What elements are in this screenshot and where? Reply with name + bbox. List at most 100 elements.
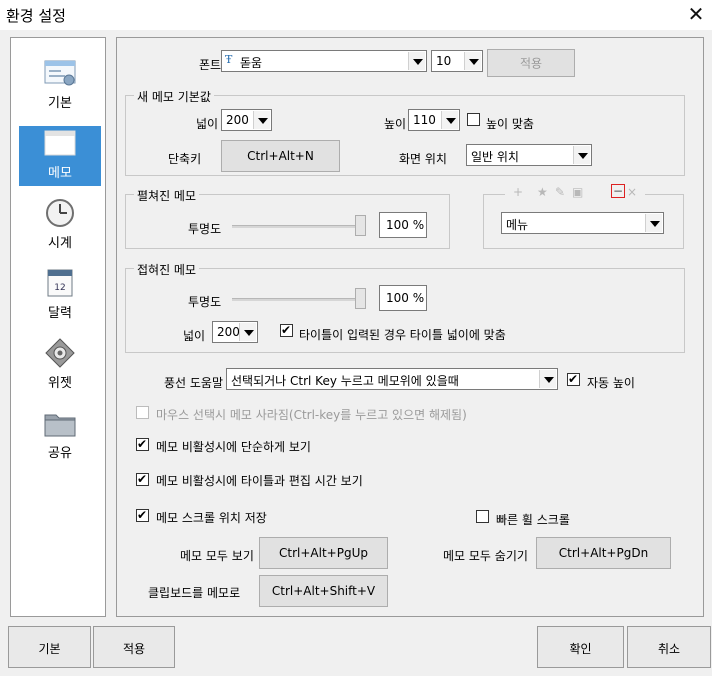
sidebar-item-label: 공유 [48,446,72,461]
sidebar-item-label: 메모 [48,166,72,181]
sidebar-item-clock[interactable]: 시계 [19,196,101,256]
star-icon: ★ [537,185,548,199]
close-icon[interactable]: ✕ [684,2,708,26]
new-memo-shortcut-button[interactable]: Ctrl+Alt+N [221,140,340,172]
sidebar-item-label: 위젯 [48,376,72,391]
inactive-title-label: 메모 비활성시에 타이틀과 편집 시간 보기 [156,474,363,488]
balloon-help-label: 풍선 도움말 [164,376,224,390]
balloon-help-select[interactable]: 선택되거나 Ctrl Key 누르고 메모위에 있을때 [226,368,558,390]
collapsed-opacity-value: 100 % [379,285,427,311]
group-label: 펼쳐진 메모 [134,187,200,204]
collapsed-opacity-slider[interactable] [232,298,366,301]
sidebar-item-label: 시계 [48,236,72,251]
width-label: 넓이 [183,329,206,343]
sidebar-item-share[interactable]: 공유 [19,406,101,466]
menu-select-value: 메뉴 [506,218,529,232]
width-label: 넓이 [196,117,219,131]
height-label: 높이 [384,117,407,131]
fit-title-width-checkbox[interactable] [280,322,293,338]
font-label: 폰트 [199,58,222,72]
show-all-hotkey-button[interactable]: Ctrl+Alt+PgUp [259,537,388,569]
chevron-down-icon [573,146,590,164]
slider-thumb[interactable] [355,288,366,309]
mouse-hide-label: 마우스 선택시 메모 사라짐(Ctrl-key를 누르고 있으면 해제됨) [156,408,467,422]
expanded-opacity-slider[interactable] [232,225,366,228]
hide-all-hotkey-button[interactable]: Ctrl+Alt+PgDn [536,537,671,569]
font-apply-button[interactable]: 적용 [487,49,575,77]
clipboard-hotkey-button[interactable]: Ctrl+Alt+Shift+V [259,575,388,607]
sidebar-item-label: 기본 [48,96,72,111]
widget-gear-icon [45,338,75,368]
folder-share-icon [44,414,76,437]
save-scroll-label: 메모 스크롤 위치 저장 [156,511,267,525]
ok-button[interactable]: 확인 [537,626,624,668]
font-size-select[interactable]: 10 [431,50,483,72]
default-button[interactable]: 기본 [8,626,91,668]
cancel-button[interactable]: 취소 [627,626,711,668]
fast-scroll-label: 빠른 휠 스크롤 [496,513,570,527]
sidebar-item-memo[interactable]: 메모 [19,126,101,186]
font-select[interactable]: Ŧ 돋움 [221,50,427,72]
chevron-down-icon [253,111,270,129]
auto-height-checkbox[interactable] [567,371,580,387]
chevron-down-icon [539,370,556,388]
calendar-icon: 12 [47,269,73,297]
collapsed-width-select[interactable]: 200 [212,321,258,343]
menu-select[interactable]: 메뉴 [501,212,664,234]
add-icon: + [513,185,524,199]
memo-window-icon [44,130,76,156]
chevron-down-icon [441,111,458,129]
screen-position-select[interactable]: 일반 위치 [466,144,592,166]
fit-height-checkbox[interactable] [467,113,480,126]
apply-button[interactable]: 적용 [93,626,175,668]
group-label: 새 메모 기본값 [134,88,214,105]
memo-height-value: 110 [413,113,436,127]
sidebar-item-widget[interactable]: 위젯 [19,336,101,396]
title-bar [0,0,712,30]
fast-scroll-checkbox[interactable] [476,510,489,523]
category-sidebar: 기본 메모 시계 12 달력 위젯 공유 [10,37,106,617]
window-title: 환경 설정 [6,7,66,25]
font-size-value: 10 [436,54,452,68]
collapsed-width-value: 200 [217,325,240,339]
auto-height-label: 자동 높이 [587,376,635,390]
fit-title-width-label: 타이틀이 입력된 경우 타이틀 넓이에 맞춤 [299,328,506,342]
memo-toolbar-preview: + ★ ✎ ▣ − × [505,184,645,201]
simple-inactive-checkbox[interactable] [136,436,149,452]
memo-height-select[interactable]: 110 [408,109,460,131]
chevron-down-icon [645,214,662,232]
inactive-title-checkbox[interactable] [136,471,149,487]
memo-width-value: 200 [226,113,249,127]
chevron-down-icon [464,52,481,70]
opacity-label: 투명도 [188,222,222,236]
screen-position-label: 화면 위치 [399,152,447,166]
slider-thumb[interactable] [355,215,366,236]
clipboard-to-memo-label: 클립보드를 메모로 [148,586,241,600]
show-all-label: 메모 모두 보기 [180,549,254,563]
expanded-opacity-value: 100 % [379,212,427,238]
simple-inactive-label: 메모 비활성시에 단순하게 보기 [156,440,311,454]
chevron-down-icon [408,52,425,70]
folder-icon: ▣ [572,185,584,199]
pin-icon: ✎ [555,185,566,199]
minimize-icon: − [611,184,625,198]
memo-width-select[interactable]: 200 [221,109,272,131]
window-settings-icon [44,60,76,86]
sidebar-item-basic[interactable]: 기본 [19,56,101,116]
fit-height-label: 높이 맞춤 [486,117,534,131]
save-scroll-checkbox[interactable] [136,507,149,523]
sidebar-item-label: 달력 [48,306,72,321]
group-label: 접혀진 메모 [134,261,200,278]
svg-text:12: 12 [54,283,65,293]
screen-position-value: 일반 위치 [471,150,519,164]
clock-icon [46,199,74,227]
mouse-hide-checkbox[interactable] [136,406,149,419]
shortcut-label: 단축키 [168,152,202,166]
close-icon: × [627,185,638,199]
chevron-down-icon [239,323,256,341]
hide-all-label: 메모 모두 숨기기 [443,549,528,563]
font-select-value: 돋움 [240,56,263,70]
sidebar-item-calendar[interactable]: 12 달력 [19,266,101,326]
balloon-help-value: 선택되거나 Ctrl Key 누르고 메모위에 있을때 [231,374,459,388]
truetype-icon: Ŧ [225,53,233,66]
